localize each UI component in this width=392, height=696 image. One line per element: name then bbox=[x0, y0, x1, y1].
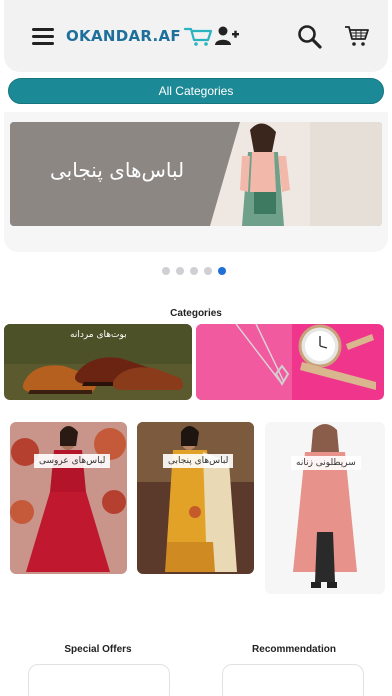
special-offers-title: Special Offers bbox=[64, 644, 132, 655]
banner-slide[interactable]: لباس‌های پنجابی bbox=[10, 122, 382, 226]
cart-icon[interactable] bbox=[344, 24, 370, 48]
product-tile-punjabi-dress[interactable]: لباس‌های پنجابی bbox=[137, 422, 254, 574]
slider-dot-active[interactable] bbox=[218, 267, 226, 275]
slider-dot[interactable] bbox=[190, 267, 198, 275]
product-label: لباس‌های پنجابی bbox=[163, 454, 234, 468]
top-header: OKANDAR.AF bbox=[4, 0, 388, 72]
logo-text: OKANDAR.AF bbox=[66, 27, 181, 45]
banner-title: لباس‌های پنجابی bbox=[50, 158, 185, 182]
slider-dot[interactable] bbox=[176, 267, 184, 275]
menu-icon[interactable] bbox=[32, 28, 54, 46]
categories-title: Categories bbox=[170, 308, 222, 319]
product-label: سرپطلونی زنانه bbox=[291, 456, 361, 470]
slider-dot[interactable] bbox=[204, 267, 212, 275]
add-user-icon[interactable] bbox=[214, 25, 240, 47]
slider-dot[interactable] bbox=[162, 267, 170, 275]
category-tile-mens-shoes[interactable]: بوت‌های مردانه bbox=[4, 324, 192, 400]
product-tile-wedding-dress[interactable]: لباس‌های عروسی bbox=[10, 422, 127, 574]
slider-dots bbox=[162, 267, 226, 275]
all-categories-button[interactable]: All Categories bbox=[8, 78, 384, 104]
womens-coat-image bbox=[265, 422, 385, 594]
logo-cart-icon bbox=[183, 27, 213, 46]
logo[interactable]: OKANDAR.AF bbox=[66, 22, 213, 50]
product-label: لباس‌های عروسی bbox=[34, 454, 111, 468]
category-label: بوت‌های مردانه bbox=[70, 330, 127, 340]
punjabi-dress-image bbox=[137, 422, 254, 574]
category-tile-accessories[interactable] bbox=[196, 324, 384, 400]
app-screen: OKANDAR.AF All Categorie bbox=[0, 0, 392, 696]
recommendation-title: Recommendation bbox=[252, 644, 336, 655]
search-icon[interactable] bbox=[297, 24, 323, 50]
product-tile-womens-coat[interactable]: سرپطلونی زنانه bbox=[265, 422, 385, 594]
special-offer-card[interactable] bbox=[28, 664, 170, 696]
wedding-dress-image bbox=[10, 422, 127, 574]
recommendation-card[interactable] bbox=[222, 664, 364, 696]
accessories-image bbox=[196, 324, 384, 400]
